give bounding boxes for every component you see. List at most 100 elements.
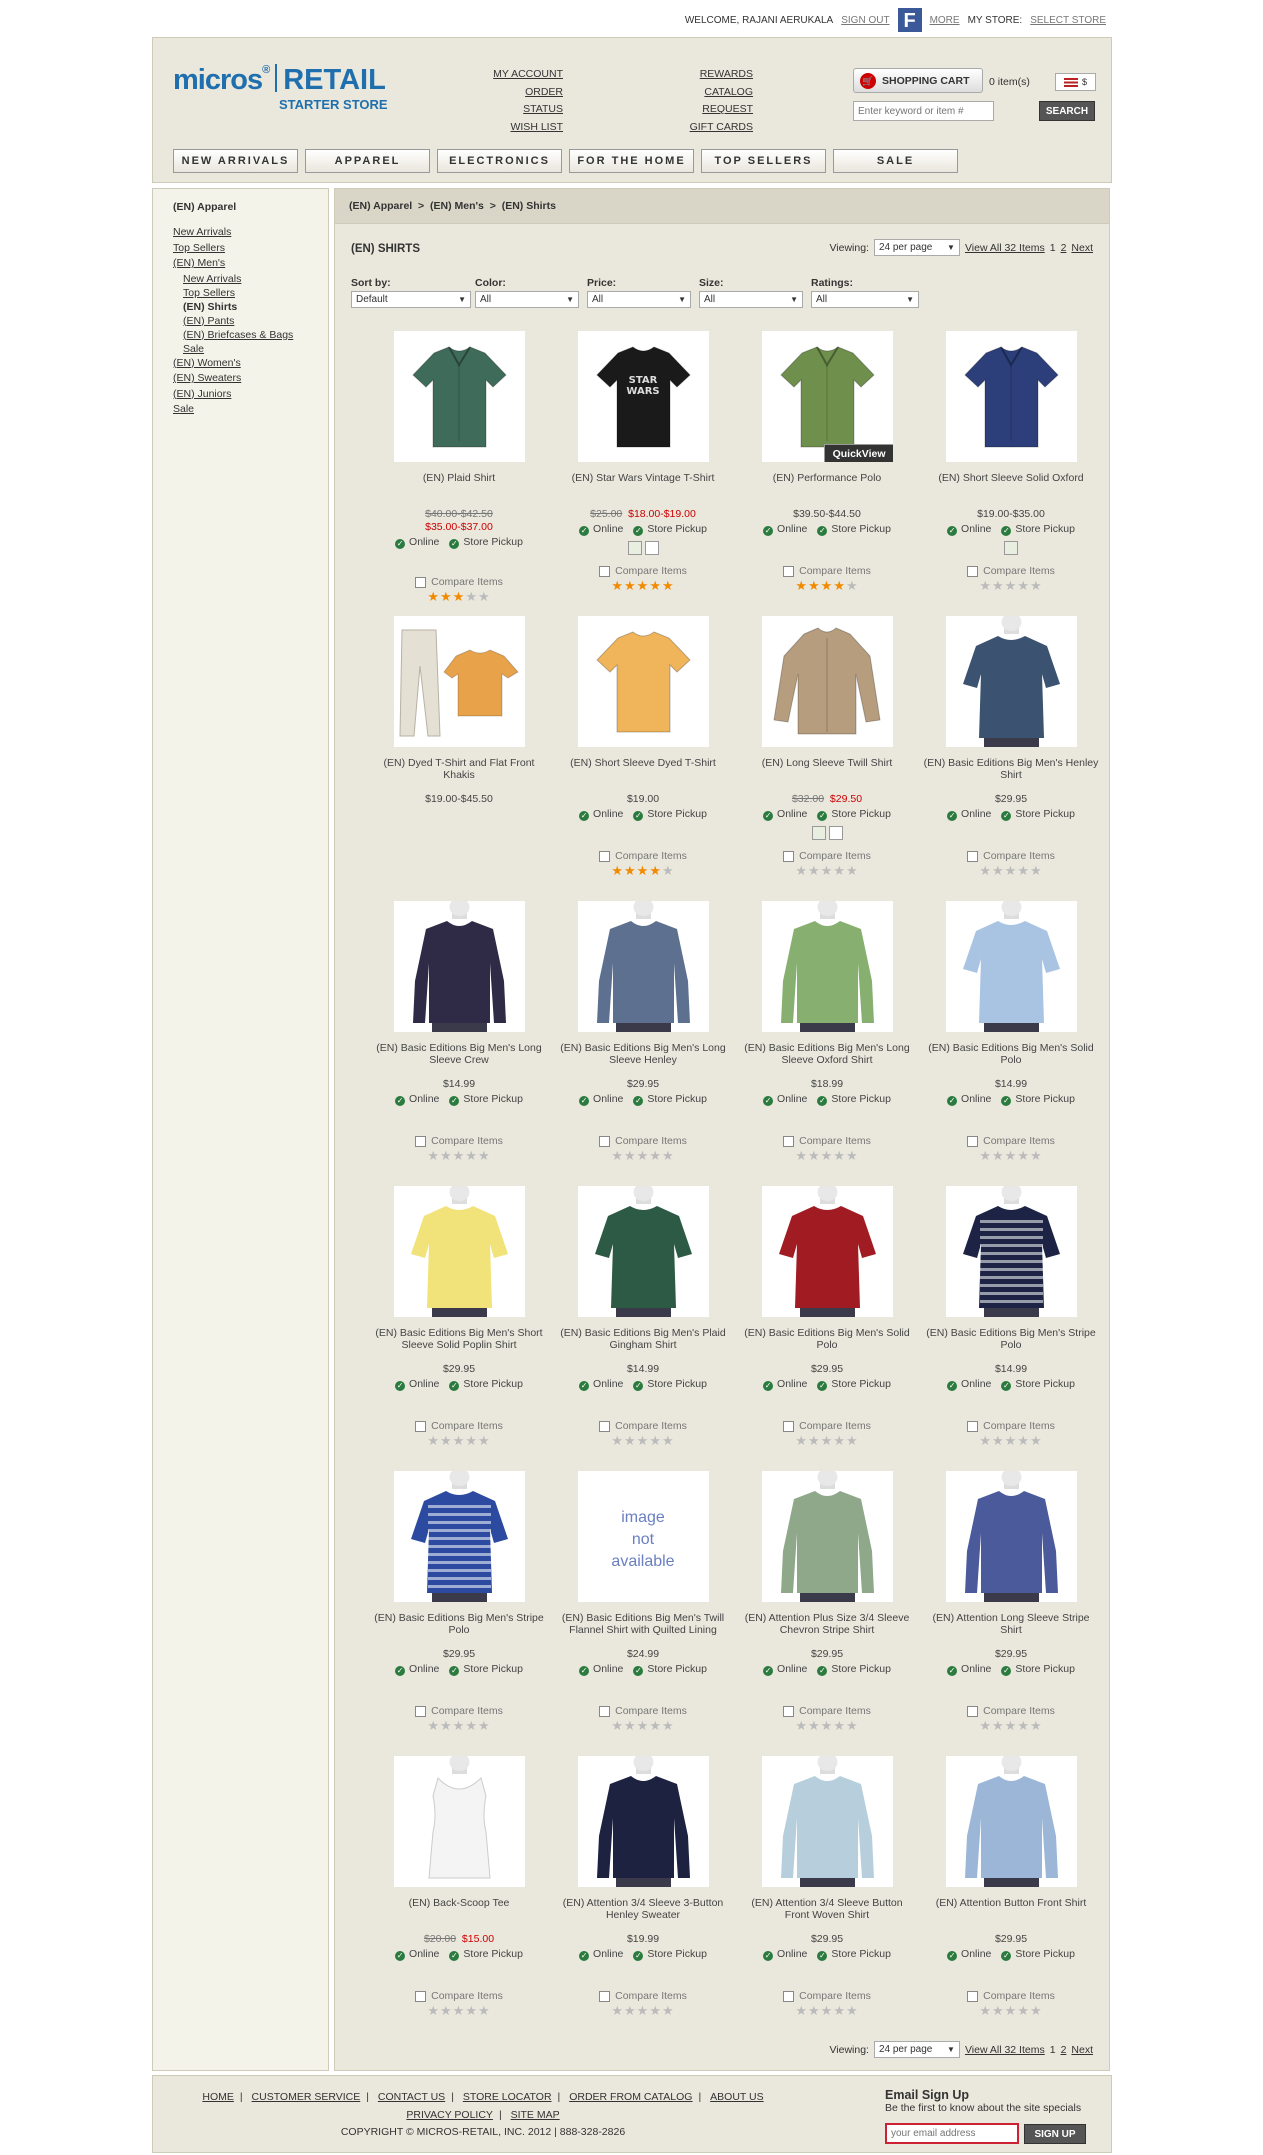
product-card[interactable]: (EN) Basic Editions Big Men's Long Sleev… (367, 901, 551, 1164)
product-card[interactable]: (EN) Basic Editions Big Men's Long Sleev… (551, 901, 735, 1164)
compare-checkbox[interactable] (599, 1705, 611, 1717)
product-card[interactable]: (EN) Attention Plus Size 3/4 Sleeve Chev… (735, 1471, 919, 1734)
product-name[interactable]: (EN) Attention 3/4 Sleeve 3-Button Henle… (551, 1897, 735, 1933)
compare-items[interactable]: Compare Items (735, 1420, 919, 1432)
product-name[interactable]: (EN) Attention Long Sleeve Stripe Shirt (919, 1612, 1103, 1648)
sidebar-item-en-pants[interactable]: (EN) Pants (173, 314, 308, 328)
nav-new-arrivals[interactable]: NEW ARRIVALS (173, 149, 298, 173)
compare-items[interactable]: Compare Items (735, 1705, 919, 1717)
ratings-filter-select[interactable]: All ▼ (811, 291, 919, 308)
product-name[interactable]: (EN) Basic Editions Big Men's Short Slee… (367, 1327, 551, 1363)
product-image-link[interactable]: image not available (577, 1471, 709, 1602)
product-image-link[interactable] (393, 616, 525, 747)
product-name[interactable]: (EN) Plaid Shirt (367, 472, 551, 508)
product-card[interactable]: (EN) Basic Editions Big Men's Stripe Pol… (367, 1471, 551, 1734)
compare-items[interactable]: Compare Items (367, 1420, 551, 1432)
product-card[interactable]: (EN) Attention Long Sleeve Stripe Shirt $… (919, 1471, 1103, 1734)
sidebar-item-en-juniors[interactable]: (EN) Juniors (173, 387, 308, 403)
sidebar-item-new-arrivals[interactable]: New Arrivals (173, 272, 308, 286)
select-store-link[interactable]: SELECT STORE (1030, 15, 1106, 26)
product-image-link[interactable] (393, 331, 525, 462)
nav-for-the-home[interactable]: FOR THE HOME (569, 149, 694, 173)
product-card[interactable]: (EN) Basic Editions Big Men's Solid Polo… (735, 1186, 919, 1449)
product-image-link[interactable] (393, 1186, 525, 1317)
compare-checkbox[interactable] (783, 1705, 795, 1717)
compare-items[interactable]: Compare Items (551, 1420, 735, 1432)
color-swatch[interactable] (811, 826, 826, 840)
product-name[interactable]: (EN) Short Sleeve Dyed T-Shirt (551, 757, 735, 793)
shopping-cart-button[interactable]: 🛒 SHOPPING CART (853, 68, 983, 93)
footer-site-map-link[interactable]: SITE MAP (511, 2109, 560, 2121)
product-name[interactable]: (EN) Basic Editions Big Men's Long Sleev… (551, 1042, 735, 1078)
color-swatch[interactable] (627, 541, 642, 555)
product-card[interactable]: STAR WARS (EN) Star Wars Vintage T-Shirt $2… (551, 331, 735, 594)
compare-checkbox[interactable] (599, 1990, 611, 2002)
product-image-link[interactable] (761, 1471, 893, 1602)
compare-items[interactable]: Compare Items (919, 850, 1103, 862)
per-page-select[interactable]: 24 per page ▼ (873, 2041, 960, 2058)
product-name[interactable]: (EN) Back-Scoop Tee (367, 1897, 551, 1933)
product-image-link[interactable] (577, 1756, 709, 1887)
compare-checkbox[interactable] (415, 1990, 427, 2002)
compare-checkbox[interactable] (783, 1990, 795, 2002)
compare-items[interactable]: Compare Items (367, 576, 551, 588)
compare-checkbox[interactable] (599, 565, 611, 577)
product-card[interactable]: (EN) Dyed T-Shirt and Flat Front Khakis $… (367, 616, 551, 806)
compare-checkbox[interactable] (783, 565, 795, 577)
quickview-button[interactable]: QuickView (823, 444, 893, 462)
compare-checkbox[interactable] (967, 565, 979, 577)
breadcrumb-mens[interactable]: (EN) Men's (430, 200, 484, 212)
page-2-link[interactable]: 2 (1061, 242, 1067, 254)
currency-selector[interactable]: $ (1055, 73, 1096, 91)
product-card[interactable]: (EN) Short Sleeve Solid Oxford $19.00-$35… (919, 331, 1103, 594)
product-name[interactable]: (EN) Basic Editions Big Men's Solid Polo (735, 1327, 919, 1363)
compare-checkbox[interactable] (599, 1135, 611, 1147)
sign-up-button[interactable]: SIGN UP (1024, 2124, 1086, 2144)
product-name[interactable]: (EN) Star Wars Vintage T-Shirt (551, 472, 735, 508)
footer-contact-us-link[interactable]: CONTACT US (378, 2091, 445, 2103)
product-name[interactable]: (EN) Basic Editions Big Men's Stripe Pol… (919, 1327, 1103, 1363)
compare-items[interactable]: Compare Items (551, 565, 735, 577)
product-card[interactable]: (EN) Basic Editions Big Men's Plaid Ging… (551, 1186, 735, 1449)
product-image-link[interactable] (393, 901, 525, 1032)
wish-list-link[interactable]: WISH LIST (491, 119, 563, 137)
search-button[interactable]: SEARCH (1039, 101, 1095, 121)
sign-out-link[interactable]: SIGN OUT (841, 15, 889, 26)
compare-checkbox[interactable] (599, 850, 611, 862)
color-swatch[interactable] (828, 826, 843, 840)
product-name[interactable]: (EN) Attention 3/4 Sleeve Button Front W… (735, 1897, 919, 1933)
compare-items[interactable]: Compare Items (919, 565, 1103, 577)
nav-sale[interactable]: SALE (833, 149, 958, 173)
compare-checkbox[interactable] (783, 850, 795, 862)
footer-store-locator-link[interactable]: STORE LOCATOR (463, 2091, 552, 2103)
product-image-link[interactable] (945, 901, 1077, 1032)
compare-checkbox[interactable] (415, 1135, 427, 1147)
compare-checkbox[interactable] (599, 1420, 611, 1432)
compare-items[interactable]: Compare Items (367, 1990, 551, 2002)
product-name[interactable]: (EN) Basic Editions Big Men's Twill Flan… (551, 1612, 735, 1648)
sidebar-item-new-arrivals[interactable]: New Arrivals (173, 225, 308, 241)
product-card[interactable]: (EN) Basic Editions Big Men's Henley Shi… (919, 616, 1103, 879)
product-image-link[interactable] (393, 1471, 525, 1602)
product-card[interactable]: (EN) Basic Editions Big Men's Long Sleev… (735, 901, 919, 1164)
size-filter-select[interactable]: All ▼ (699, 291, 803, 308)
compare-items[interactable]: Compare Items (735, 1990, 919, 2002)
nav-electronics[interactable]: ELECTRONICS (437, 149, 562, 173)
compare-items[interactable]: Compare Items (919, 1705, 1103, 1717)
product-card[interactable]: image not available (EN) Basic Editions B… (551, 1471, 735, 1734)
product-image-link[interactable] (761, 901, 893, 1032)
gift-cards-link[interactable]: GIFT CARDS (653, 119, 753, 137)
product-image-link[interactable] (761, 1756, 893, 1887)
product-name[interactable]: (EN) Dyed T-Shirt and Flat Front Khakis (367, 757, 551, 793)
email-input[interactable] (885, 2123, 1019, 2144)
breadcrumb-apparel[interactable]: (EN) Apparel (349, 200, 412, 212)
product-name[interactable]: (EN) Basic Editions Big Men's Long Sleev… (735, 1042, 919, 1078)
product-image-link[interactable] (761, 1186, 893, 1317)
catalog-request-link[interactable]: CATALOG REQUEST (653, 84, 753, 119)
product-name[interactable]: (EN) Basic Editions Big Men's Henley Shi… (919, 757, 1103, 793)
product-name[interactable]: (EN) Basic Editions Big Men's Solid Polo (919, 1042, 1103, 1078)
compare-items[interactable]: Compare Items (551, 850, 735, 862)
logo[interactable]: micros® RETAIL STARTER STORE (173, 64, 393, 112)
product-image-link[interactable] (577, 616, 709, 747)
next-page-link[interactable]: Next (1071, 242, 1093, 254)
